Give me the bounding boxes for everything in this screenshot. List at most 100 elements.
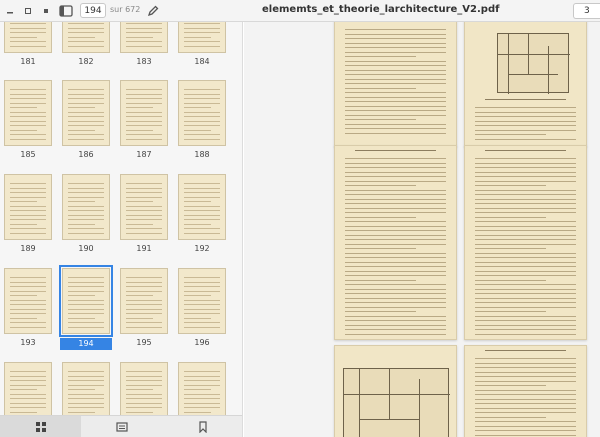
thumbnail-text-line (184, 380, 220, 381)
zoom-level-field[interactable]: 3 (573, 3, 600, 19)
thumbnail-text-line (68, 232, 104, 234)
thumbnail-text-line (10, 299, 46, 301)
thumbnail-text-line (126, 23, 162, 24)
thumbnail-text-line (10, 205, 46, 207)
page-text-line (475, 288, 576, 290)
tab-outline[interactable] (81, 416, 162, 437)
page-thumbnail[interactable] (178, 174, 226, 240)
page-text-line (345, 101, 446, 102)
thumbnail-text-line (184, 125, 220, 126)
page-text-line (345, 252, 446, 254)
thumbnail-text-line (184, 219, 220, 220)
page-text-line (345, 234, 446, 236)
thumbnail-text-line (126, 111, 162, 113)
page-text-line (345, 302, 446, 303)
close-window-button[interactable] (38, 3, 54, 19)
thumbnail-text-line (68, 393, 104, 395)
thumbnail-text-line (126, 98, 162, 99)
page-text-line (475, 430, 576, 431)
page-text-line (345, 162, 446, 164)
thumbnail-text-line (10, 219, 46, 220)
thumbnail-text-line (68, 192, 104, 193)
minimize-button[interactable] (2, 3, 18, 19)
annotate-button[interactable] (145, 3, 161, 19)
thumbnail-text-line (184, 45, 220, 47)
thumbnail-text-line (126, 210, 162, 211)
thumbnail-text-line (10, 98, 46, 99)
thumbnail-text-line (10, 380, 46, 381)
page-text-line (345, 29, 446, 30)
thumbnail-text-line (68, 407, 104, 408)
page-text-line (345, 284, 446, 285)
tab-thumbnails[interactable] (0, 416, 81, 437)
page-text-line (475, 171, 576, 173)
thumbnail-text-line (10, 107, 37, 108)
thumbnail-text-line (184, 326, 220, 328)
page-text-line (475, 297, 576, 299)
page-thumbnail[interactable] (62, 22, 110, 53)
page-number-input[interactable] (80, 3, 106, 18)
thumbnail-text-line (126, 205, 162, 207)
thumbnail-text-line (10, 192, 46, 193)
page-running-header (355, 150, 436, 151)
page-thumbnail[interactable] (59, 265, 113, 337)
page-text-line (475, 207, 576, 209)
thumbnail-text-line (126, 326, 162, 328)
thumbnail-text-line (126, 32, 162, 33)
page-thumbnail[interactable] (120, 22, 168, 53)
page-text-line (475, 239, 576, 240)
sidebar-toggle-button[interactable] (58, 3, 74, 19)
page-thumbnail-label: 191 (136, 244, 152, 253)
thumbnail-text-line (68, 326, 104, 328)
thumbnail-text-line (10, 281, 46, 283)
thumbnail-text-line (126, 407, 162, 408)
thumbnail-text-line (126, 375, 162, 377)
page-text-line (345, 119, 416, 120)
page-text-line (475, 225, 576, 227)
page-thumbnail[interactable] (178, 80, 226, 146)
thumbnail-text-line (10, 187, 46, 189)
thumbnail-text-line (10, 201, 37, 202)
restore-button[interactable] (20, 3, 36, 19)
thumbnail-text-line (68, 322, 104, 323)
page-thumbnail[interactable] (4, 268, 52, 334)
thumbnail-text-line (184, 398, 220, 399)
thumbnail-text-line (184, 187, 220, 189)
page-text-line (345, 56, 416, 57)
thumbnail-text-line (68, 371, 104, 372)
page-thumbnail[interactable] (120, 174, 168, 240)
page-text-line (345, 114, 446, 116)
thumbnail-text-line (184, 384, 220, 386)
page-thumbnail[interactable] (4, 80, 52, 146)
page-thumbnail[interactable] (178, 22, 226, 53)
page-text-line (345, 110, 446, 111)
document-view[interactable] (244, 22, 600, 437)
page-thumbnail-label: 181 (20, 57, 36, 66)
thumbnail-text-line (126, 196, 162, 198)
thumbnail-text-line (184, 107, 211, 108)
thumbnail-text-line (126, 281, 162, 283)
page-text-line (475, 252, 576, 254)
thumbnail-text-line (68, 223, 95, 225)
page-text-line (345, 279, 416, 281)
page-thumbnail[interactable] (120, 80, 168, 146)
thumbnail-text-line (10, 120, 46, 122)
page-thumbnail[interactable] (62, 80, 110, 146)
page-thumbnail[interactable] (4, 174, 52, 240)
page-thumbnail[interactable] (62, 174, 110, 240)
thumbnail-text-line (68, 27, 104, 29)
thumbnail-text-line (126, 295, 153, 296)
thumbnail-text-line (68, 32, 104, 33)
page-thumbnail[interactable] (178, 268, 226, 334)
page-text-line (345, 311, 416, 312)
page-text-line (345, 257, 446, 258)
page-thumbnail[interactable] (4, 22, 52, 53)
thumbnail-text-line (184, 32, 220, 33)
thumbnail-text-line (10, 89, 46, 90)
tab-bookmarks[interactable] (162, 416, 242, 437)
page-thumbnail[interactable] (120, 268, 168, 334)
page-thumbnail-label: 190 (78, 244, 94, 253)
floor-plan-figure (343, 368, 450, 437)
thumbnail-text-line (184, 138, 220, 140)
page-text-line (345, 171, 446, 173)
